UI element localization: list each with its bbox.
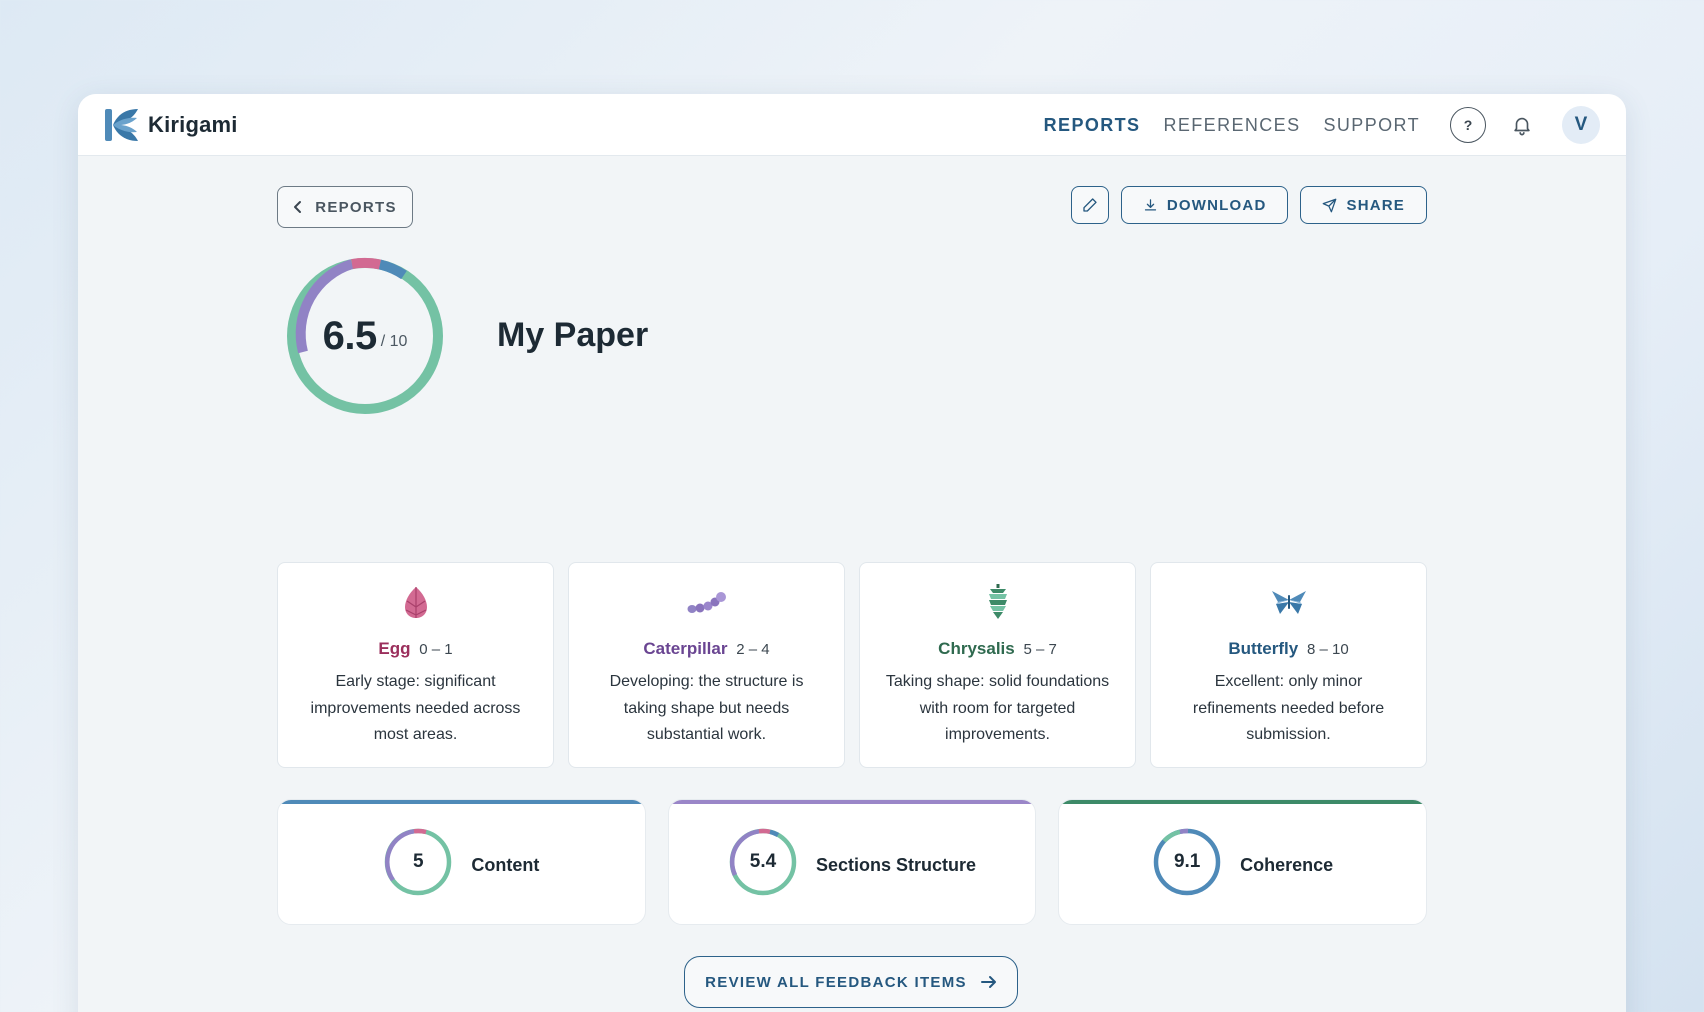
stage-legend: Egg 0 – 1 Early stage: significant impro… xyxy=(277,562,1427,768)
nav-reports[interactable]: REPORTS xyxy=(1044,115,1141,136)
nav-support[interactable]: SUPPORT xyxy=(1324,115,1421,136)
nav-references[interactable]: REFERENCES xyxy=(1163,115,1300,136)
top-navbar: Kirigami REPORTS REFERENCES SUPPORT ? V xyxy=(78,94,1626,156)
stage-name: Butterfly xyxy=(1228,639,1299,658)
review-feedback-button[interactable]: REVIEW ALL FEEDBACK ITEMS xyxy=(684,956,1018,1008)
category-card-content[interactable]: 5 Content xyxy=(277,799,646,925)
stage-description: Early stage: significant improvements ne… xyxy=(310,673,521,743)
score-value: 6.5 xyxy=(322,313,378,358)
caterpillar-icon xyxy=(687,592,726,613)
share-button[interactable]: SHARE xyxy=(1300,186,1427,224)
category-card-coherence[interactable]: 9.1 Coherence xyxy=(1058,799,1428,925)
kirigami-logo xyxy=(105,108,138,141)
score-max: / 10 xyxy=(380,333,408,350)
report-content: REPORTS DOWNLOAD SHARE 6.5 / 10 My Paper… xyxy=(277,186,1428,1008)
download-button[interactable]: DOWNLOAD xyxy=(1120,186,1289,224)
send-icon xyxy=(1323,198,1337,212)
category-label: Coherence xyxy=(1240,854,1334,875)
pencil-icon xyxy=(1083,198,1097,212)
top-icons: ? V xyxy=(1450,94,1600,156)
stage-description: Developing: the structure is taking shap… xyxy=(609,673,804,743)
category-score: 5 xyxy=(413,851,424,872)
stage-range: 2 – 4 xyxy=(736,641,770,658)
report-actions: DOWNLOAD SHARE xyxy=(1070,186,1427,224)
butterfly-icon xyxy=(1271,591,1306,614)
score-text: 6.5 / 10 xyxy=(280,251,450,421)
chevron-left-icon xyxy=(294,201,302,213)
help-icon: ? xyxy=(1463,117,1473,133)
bell-icon xyxy=(1514,117,1530,136)
stage-card-caterpillar: Caterpillar 2 – 4 Developing: the struct… xyxy=(568,562,845,768)
back-to-reports-button[interactable]: REPORTS xyxy=(277,186,413,228)
main-nav: REPORTS REFERENCES SUPPORT xyxy=(1044,94,1420,156)
stage-range: 8 – 10 xyxy=(1306,641,1349,658)
egg-icon xyxy=(404,587,427,618)
category-accent-bar xyxy=(278,800,645,804)
stage-description: Excellent: only minor refinements needed… xyxy=(1192,673,1385,743)
category-score-ring: 5.4 xyxy=(728,827,798,897)
download-label: DOWNLOAD xyxy=(1166,196,1267,214)
download-icon xyxy=(1144,198,1157,210)
paper-title: My Paper xyxy=(497,316,649,354)
stage-card-chrysalis: Chrysalis 5 – 7 Taking shape: solid foun… xyxy=(859,562,1136,768)
user-avatar[interactable]: V xyxy=(1562,106,1600,144)
category-label: Content xyxy=(471,854,540,875)
stage-range: 0 – 1 xyxy=(419,641,453,658)
category-scores: 5 Content 5.4 Sections Structure 9.1 Coh… xyxy=(277,799,1428,925)
stage-card-egg: Egg 0 – 1 Early stage: significant impro… xyxy=(277,562,554,768)
overall-score-ring: 6.5 / 10 xyxy=(280,251,450,421)
back-button-label: REPORTS xyxy=(315,198,397,216)
stage-description: Taking shape: solid foundations with roo… xyxy=(885,673,1110,743)
category-label: Sections Structure xyxy=(815,854,977,875)
stage-card-butterfly: Butterfly 8 – 10 Excellent: only minor r… xyxy=(1150,562,1427,768)
stage-name: Egg xyxy=(378,639,411,658)
category-score: 9.1 xyxy=(1173,851,1201,872)
category-card-sections-structure[interactable]: 5.4 Sections Structure xyxy=(667,799,1037,925)
category-accent-bar xyxy=(1059,800,1427,804)
arrow-right-icon xyxy=(980,976,996,988)
stage-range: 5 – 7 xyxy=(1023,641,1057,658)
brand-name: Kirigami xyxy=(148,111,238,137)
edit-button[interactable] xyxy=(1070,186,1109,224)
stage-name: Chrysalis xyxy=(938,639,1015,658)
share-label: SHARE xyxy=(1346,196,1405,214)
review-feedback-label: REVIEW ALL FEEDBACK ITEMS xyxy=(705,973,967,991)
help-button[interactable]: ? xyxy=(1450,107,1486,143)
category-accent-bar xyxy=(668,800,1036,804)
category-score-ring: 5 xyxy=(383,827,453,897)
notifications-button[interactable] xyxy=(1504,107,1540,143)
app-window: Kirigami REPORTS REFERENCES SUPPORT ? V … xyxy=(78,94,1626,1012)
brand[interactable]: Kirigami xyxy=(104,107,238,143)
category-score-ring: 9.1 xyxy=(1152,827,1222,897)
category-score: 5.4 xyxy=(749,851,777,872)
stage-name: Caterpillar xyxy=(643,639,728,658)
chrysalis-icon xyxy=(988,584,1007,619)
